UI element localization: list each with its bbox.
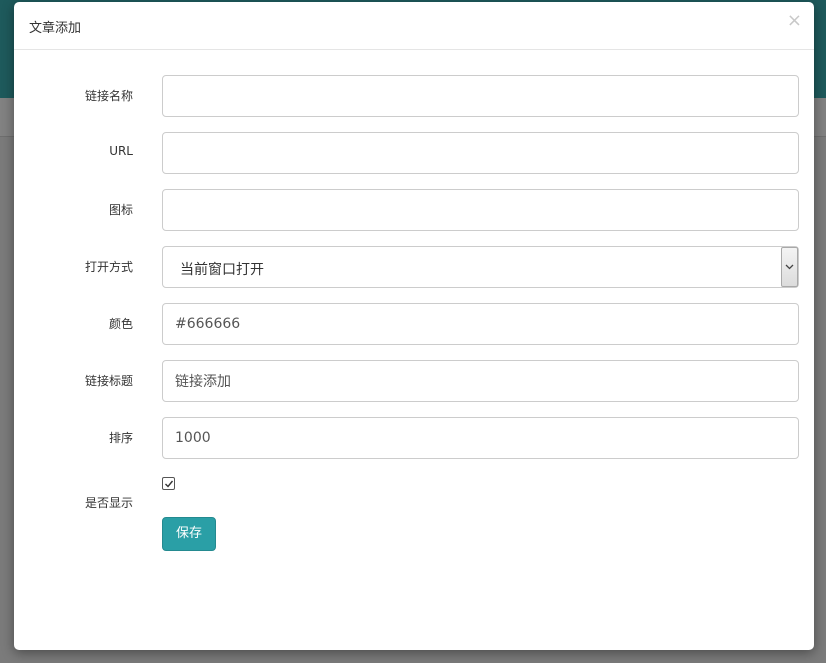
show-checkbox[interactable] — [162, 477, 175, 490]
save-button[interactable]: 保存 — [162, 517, 216, 551]
article-add-dialog: 文章添加 × 链接名称 URL 图标 打开方式 当前窗口打开 颜色 链接标题 — [14, 2, 814, 650]
form-row-link-title: 链接标题 — [14, 360, 814, 402]
link-title-input[interactable] — [162, 360, 799, 402]
close-icon[interactable]: × — [787, 12, 802, 30]
icon-input[interactable] — [162, 189, 799, 231]
dialog-header: 文章添加 × — [14, 2, 814, 50]
sort-input[interactable] — [162, 417, 799, 459]
url-label: URL — [109, 144, 133, 158]
color-input[interactable] — [162, 303, 799, 345]
color-label: 颜色 — [108, 317, 133, 331]
form-row-link-name: 链接名称 — [14, 75, 814, 117]
link-title-label: 链接标题 — [84, 374, 133, 388]
open-mode-selected-value: 当前窗口打开 — [180, 262, 264, 278]
form-row-sort: 排序 — [14, 417, 814, 459]
sort-label: 排序 — [108, 431, 133, 445]
icon-label: 图标 — [108, 203, 133, 217]
form-row-show: 是否显示 — [14, 482, 814, 524]
link-name-label: 链接名称 — [84, 89, 133, 103]
show-label: 是否显示 — [84, 496, 133, 510]
form-row-open-mode: 打开方式 当前窗口打开 — [14, 246, 814, 288]
form-row-color: 颜色 — [14, 303, 814, 345]
open-mode-label: 打开方式 — [84, 260, 133, 274]
check-icon — [165, 480, 174, 488]
form-row-url: URL — [14, 132, 814, 174]
dialog-title: 文章添加 — [29, 21, 82, 36]
link-name-input[interactable] — [162, 75, 799, 117]
url-input[interactable] — [162, 132, 799, 174]
open-mode-select[interactable]: 当前窗口打开 — [162, 246, 799, 288]
chevron-down-icon[interactable] — [781, 247, 798, 287]
form-row-icon: 图标 — [14, 189, 814, 231]
